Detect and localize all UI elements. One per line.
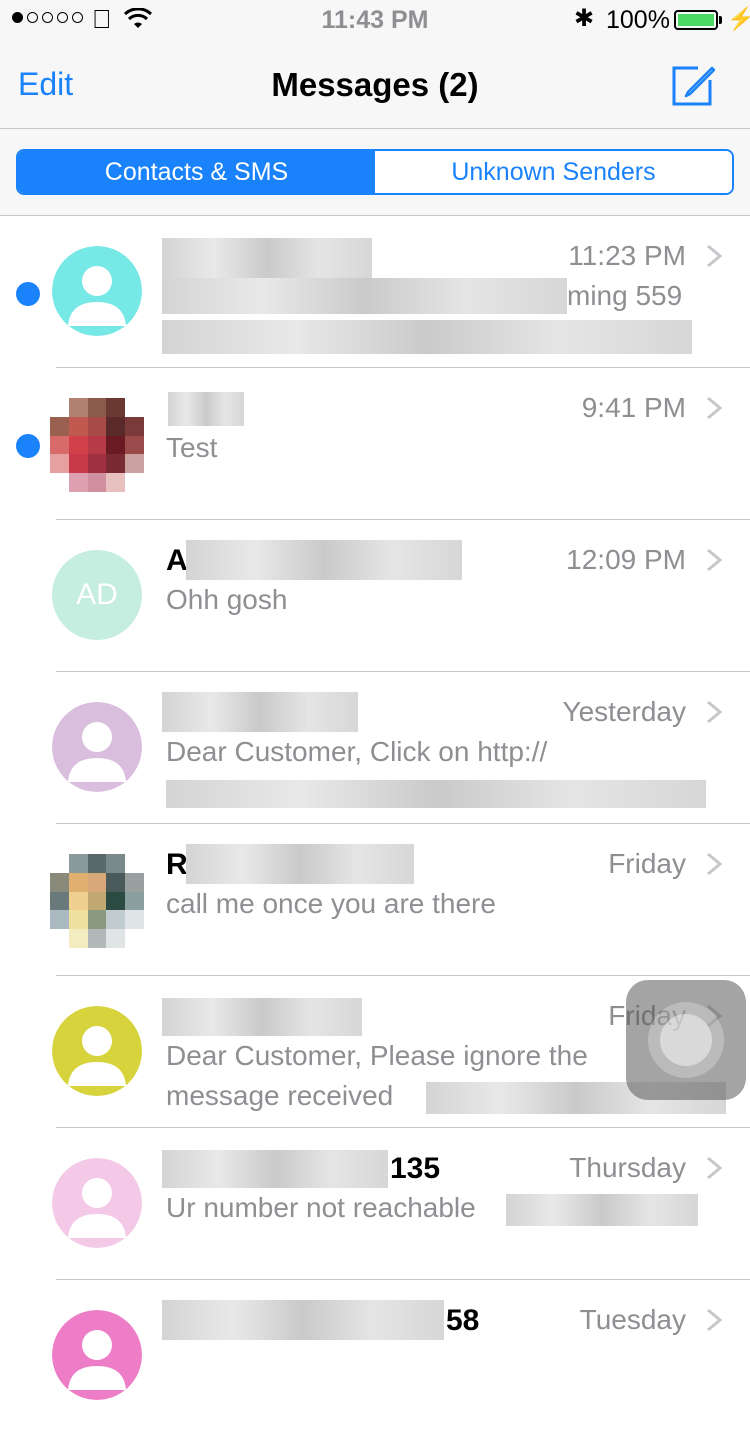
redacted-name (162, 998, 362, 1036)
redacted-name (162, 1300, 444, 1340)
chevron-right-icon (707, 852, 723, 876)
redacted-preview-line2 (162, 320, 692, 354)
contact-name: 58 (446, 1304, 480, 1337)
redacted-name (186, 844, 414, 884)
compose-icon[interactable] (670, 62, 720, 108)
unread-indicator (16, 282, 40, 306)
message-preview: ming 559 (567, 280, 683, 311)
filter-bar: Contacts & SMS Unknown Senders (0, 129, 750, 216)
avatar (52, 1158, 142, 1248)
redacted-preview (506, 1194, 698, 1226)
avatar (52, 1006, 142, 1096)
chevron-right-icon (707, 1156, 723, 1180)
message-preview: Test (166, 432, 218, 463)
conversation-row[interactable]: R Friday call me once you are there (0, 824, 750, 976)
avatar (52, 702, 142, 792)
chevron-right-icon (707, 244, 723, 268)
message-preview: Dear Customer, Please ignore the (166, 1040, 588, 1071)
sender-segmented-control: Contacts & SMS Unknown Senders (16, 149, 734, 195)
avatar (52, 1310, 142, 1400)
conversation-time: Thursday (569, 1152, 686, 1183)
conversation-row[interactable]: Yesterday Dear Customer, Click on http:/… (0, 672, 750, 824)
unread-indicator (16, 434, 40, 458)
navigation-bar: Edit Messages (2) (0, 40, 750, 129)
redacted-name (168, 392, 244, 426)
conversation-time: Friday (608, 848, 686, 879)
chevron-right-icon (707, 396, 723, 420)
conversation-row[interactable]: 9:41 PM Test (0, 368, 750, 520)
conversation-row[interactable]: 135 Thursday Ur number not reachable (0, 1128, 750, 1280)
chevron-right-icon (707, 1308, 723, 1332)
assistive-touch-button[interactable] (626, 980, 746, 1100)
chevron-right-icon (707, 548, 723, 572)
conversation-time: Tuesday (579, 1304, 686, 1335)
battery-percentage: 100% (606, 6, 670, 34)
charging-icon: ⚡ (727, 6, 750, 31)
conversation-time: 11:23 PM (568, 240, 686, 271)
message-preview: Ohh gosh (166, 584, 288, 615)
redacted-name (162, 1150, 388, 1188)
redacted-preview (162, 278, 567, 314)
message-preview-line2: message received (166, 1080, 394, 1111)
redacted-name (186, 540, 462, 580)
battery-icon (674, 10, 718, 30)
avatar (52, 246, 142, 336)
contact-name: 135 (390, 1152, 441, 1185)
segment-contacts-sms[interactable]: Contacts & SMS (18, 151, 375, 193)
avatar (50, 398, 144, 492)
avatar: AD (52, 550, 142, 640)
conversation-row[interactable]: 58 Tuesday (0, 1280, 750, 1432)
message-preview: call me once you are there (166, 888, 496, 919)
redacted-name (162, 238, 372, 278)
chevron-right-icon (707, 700, 723, 724)
conversation-time: 9:41 PM (581, 392, 686, 423)
conversation-row[interactable]: 11:23 PM ming 559 (0, 216, 750, 368)
message-preview: Ur number not reachable (166, 1192, 476, 1223)
bluetooth-icon: ✱ (574, 5, 595, 32)
conversation-time: Yesterday (562, 696, 687, 727)
avatar (50, 854, 144, 948)
segment-unknown-senders[interactable]: Unknown Senders (375, 151, 732, 193)
conversation-row[interactable]: AD A 12:09 PM Ohh gosh (0, 520, 750, 672)
message-preview: Dear Customer, Click on http:// (166, 736, 548, 767)
conversation-time: 12:09 PM (566, 544, 686, 575)
status-bar:  11:43 PM ✱ 100% ⚡ (0, 0, 750, 40)
page-title: Messages (2) (271, 66, 479, 103)
contact-name: R (166, 848, 188, 881)
battery-tip (719, 16, 722, 24)
redacted-name (162, 692, 358, 732)
contact-name: A (166, 544, 188, 577)
redacted-preview-line2 (166, 780, 706, 808)
